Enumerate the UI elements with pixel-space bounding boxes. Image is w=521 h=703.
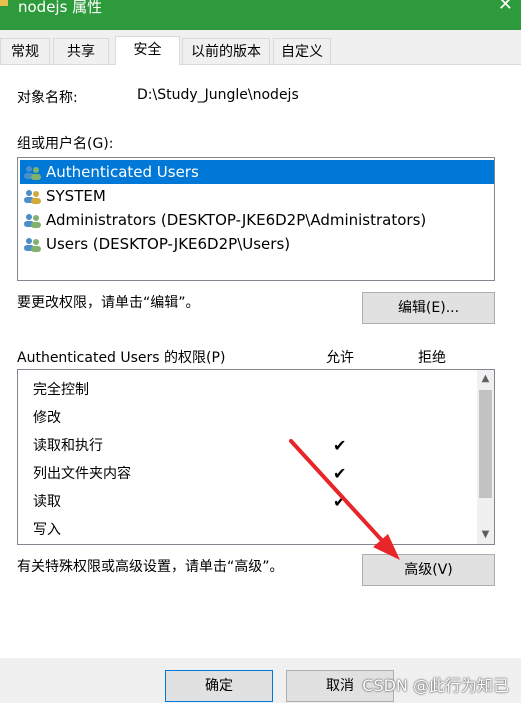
title-bar: nodejs 属性 ✕ [0,0,521,30]
users-icon [24,190,41,204]
security-panel: 对象名称: D:\Study_Jungle\nodejs 组或用户名(G): A… [0,64,521,659]
advanced-button[interactable]: 高级(V) [362,554,495,586]
permissions-list[interactable]: 完全控制 修改 读取和执行 ✔ 列出文件夹内容 ✔ 读取 ✔ 写入 ▲ ▼ [17,369,495,545]
tab-general[interactable]: 常规 [0,38,50,64]
allow-check-icon: ✔ [333,436,347,455]
permission-write: 写入 [33,522,61,538]
users-icon [24,238,41,252]
close-icon[interactable]: ✕ [498,0,513,15]
permission-full-control: 完全控制 [33,382,89,398]
user-name: Administrators (DESKTOP-JKE6D2P\Administ… [46,211,427,229]
tab-strip: 常规 共享 安全 以前的版本 自定义 [0,36,521,65]
advanced-hint: 有关特殊权限或高级设置，请单击“高级”。 [17,559,284,575]
permission-read: 读取 [33,494,61,510]
permissions-scrollbar[interactable]: ▲ ▼ [477,370,494,544]
user-name: SYSTEM [46,187,106,205]
user-name: Authenticated Users [46,163,199,181]
list-item-authenticated-users[interactable]: Authenticated Users [20,160,494,184]
users-icon [24,166,41,180]
list-item-administrators[interactable]: Administrators (DESKTOP-JKE6D2P\Administ… [20,208,494,232]
tab-security[interactable]: 安全 [115,36,180,65]
users-list[interactable]: Authenticated Users SYSTEM Administrator… [17,157,495,281]
list-item-system[interactable]: SYSTEM [20,184,494,208]
allow-check-icon: ✔ [333,464,347,483]
folder-icon [0,0,8,6]
allow-header: 允许 [326,350,354,366]
list-item-users[interactable]: Users (DESKTOP-JKE6D2P\Users) [20,232,494,256]
allow-check-icon: ✔ [333,492,347,511]
permission-list-folder: 列出文件夹内容 [33,466,131,482]
scroll-up-icon[interactable]: ▲ [477,370,494,388]
window-title: nodejs 属性 [18,0,103,16]
tab-previous-versions[interactable]: 以前的版本 [182,38,270,64]
permissions-header: Authenticated Users 的权限(P) [17,350,226,366]
permission-read-execute: 读取和执行 [33,438,103,454]
groups-label: 组或用户名(G): [17,136,114,152]
deny-header: 拒绝 [418,350,446,366]
object-name-label: 对象名称: [17,90,78,106]
users-icon [24,214,41,228]
edit-button[interactable]: 编辑(E)... [362,292,495,324]
tab-sharing[interactable]: 共享 [53,38,109,64]
permission-modify: 修改 [33,410,61,426]
tab-customize[interactable]: 自定义 [273,38,331,64]
scroll-down-icon[interactable]: ▼ [477,526,494,544]
user-name: Users (DESKTOP-JKE6D2P\Users) [46,235,291,253]
scroll-thumb[interactable] [479,390,492,498]
ok-button[interactable]: 确定 [165,670,273,702]
watermark: CSDN @此行为知己 [362,676,509,695]
object-name-value: D:\Study_Jungle\nodejs [137,87,299,103]
edit-hint: 要更改权限，请单击“编辑”。 [17,295,200,311]
